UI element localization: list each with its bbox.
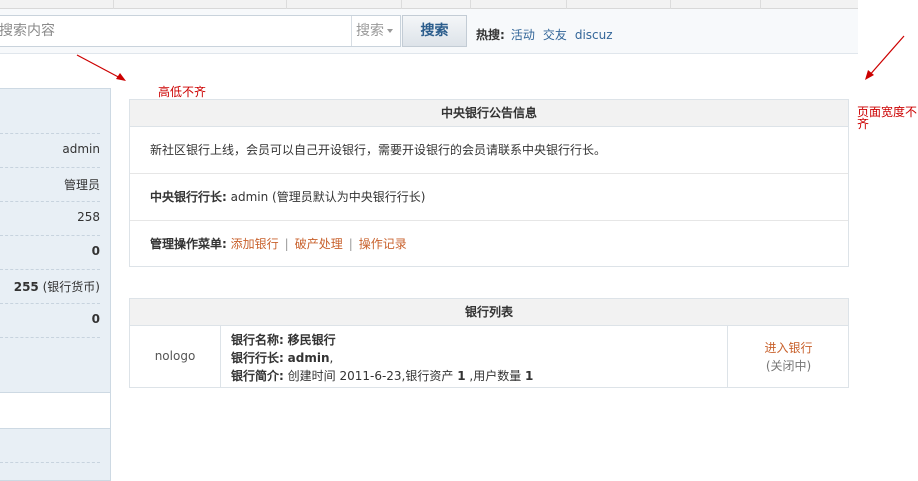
hot-link-friends[interactable]: 交友 bbox=[543, 28, 567, 42]
bank-governor-label: 银行行长: bbox=[231, 351, 284, 365]
bank-governor: admin bbox=[287, 351, 330, 365]
separator: | bbox=[284, 237, 289, 251]
bank-actions: 进入银行 (关闭中) bbox=[728, 326, 849, 387]
announcement-panel: 中央银行公告信息 新社区银行上线，会员可以自己开设银行，需要开设银行的会员请联系… bbox=[129, 99, 849, 267]
bank-assets: 1 bbox=[457, 369, 466, 383]
bank-logo: nologo bbox=[130, 326, 221, 387]
announcement-message: 新社区银行上线，会员可以自己开设银行，需要开设银行的会员请联系中央银行行长。 bbox=[130, 127, 848, 174]
bank-intro-line: 银行简介: 创建时间 2011-6-23,银行资产 1 ,用户数量 1 bbox=[231, 367, 727, 385]
hot-search: 热搜: 活动 交友 discuz bbox=[476, 26, 621, 43]
sidebar-stat-2: 0 bbox=[91, 244, 100, 258]
admin-menu-row: 管理操作菜单: 添加银行 | 破产处理 | 操作记录 bbox=[130, 221, 848, 268]
annotation-width: 页面宽度不齐 bbox=[857, 105, 918, 131]
announcement-title: 中央银行公告信息 bbox=[130, 100, 848, 127]
divider bbox=[0, 133, 100, 134]
divider bbox=[0, 337, 100, 338]
operation-log-link[interactable]: 操作记录 bbox=[359, 237, 407, 251]
separator: | bbox=[348, 237, 353, 251]
sidebar-stat-3: 0 bbox=[91, 312, 100, 326]
sidebar-lower-block bbox=[0, 428, 111, 481]
bank-name-line: 银行名称: 移民银行 bbox=[231, 331, 727, 349]
search-bar: 搜索 搜索 热搜: 活动交友 discuz bbox=[0, 9, 858, 54]
sidebar-currency-value: 255 bbox=[13, 280, 39, 294]
enter-bank-link[interactable]: 进入银行 bbox=[764, 341, 812, 355]
admin-menu-label: 管理操作菜单: bbox=[150, 237, 227, 251]
bank-governor-line: 银行行长: admin, bbox=[231, 349, 727, 367]
divider bbox=[0, 462, 100, 463]
search-type-select[interactable]: 搜索 bbox=[351, 16, 401, 46]
bank-status: (关闭中) bbox=[765, 359, 812, 373]
divider bbox=[0, 235, 100, 236]
divider bbox=[0, 167, 100, 168]
bank-governor-suffix: , bbox=[329, 351, 334, 365]
bank-name-label: 银行名称: bbox=[231, 333, 284, 347]
bank-info: 银行名称: 移民银行 银行行长: admin, 银行简介: 创建时间 2011-… bbox=[221, 326, 728, 387]
governor-value: admin (管理员默认为中央银行行长) bbox=[230, 190, 426, 204]
annotation-arrow-left bbox=[76, 54, 126, 81]
chevron-down-icon bbox=[387, 29, 393, 33]
divider bbox=[0, 269, 100, 270]
sidebar-currency-unit: (银行货币) bbox=[42, 280, 100, 294]
bank-intro-created: 创建时间 2011-6-23,银行资产 bbox=[287, 369, 454, 383]
hot-search-label: 热搜: bbox=[476, 28, 505, 42]
bankruptcy-link[interactable]: 破产处理 bbox=[295, 237, 343, 251]
search-type-label: 搜索 bbox=[356, 23, 384, 39]
search-box: 搜索 bbox=[0, 15, 401, 47]
governor-row: 中央银行行长: admin (管理员默认为中央银行行长) bbox=[130, 174, 848, 221]
bank-name: 移民银行 bbox=[287, 333, 336, 347]
sidebar-gap bbox=[0, 393, 111, 428]
sidebar-stat-1: 258 bbox=[77, 210, 100, 224]
sidebar-username: admin bbox=[62, 142, 100, 156]
bank-list-panel: 银行列表 nologo 银行名称: 移民银行 银行行长: admin, 银行简介… bbox=[129, 298, 849, 388]
top-strip bbox=[0, 0, 858, 9]
bank-intro-label: 银行简介: bbox=[231, 369, 284, 383]
hot-link-activity[interactable]: 活动 bbox=[511, 28, 535, 42]
add-bank-link[interactable]: 添加银行 bbox=[231, 237, 279, 251]
table-row: nologo 银行名称: 移民银行 银行行长: admin, 银行简介: 创建时… bbox=[130, 326, 848, 387]
bank-users: 1 bbox=[525, 369, 534, 383]
annotation-arrow-right bbox=[865, 35, 905, 80]
search-input[interactable] bbox=[0, 16, 351, 46]
search-button[interactable]: 搜索 bbox=[402, 15, 467, 47]
hot-link-discuz[interactable]: discuz bbox=[575, 28, 613, 42]
sidebar: admin 管理员 258 0 255 (银行货币) 0 bbox=[0, 88, 111, 481]
sidebar-group: 管理员 bbox=[63, 178, 100, 192]
governor-label: 中央银行行长: bbox=[150, 190, 227, 204]
sidebar-currency: 255 (银行货币) bbox=[0, 278, 110, 295]
annotation-height: 高低不齐 bbox=[158, 85, 207, 99]
sidebar-info-block: admin 管理员 258 0 255 (银行货币) 0 bbox=[0, 88, 111, 393]
bank-users-label: ,用户数量 bbox=[469, 369, 522, 383]
bank-list-title: 银行列表 bbox=[130, 299, 848, 326]
divider bbox=[0, 201, 100, 202]
divider bbox=[0, 303, 100, 304]
